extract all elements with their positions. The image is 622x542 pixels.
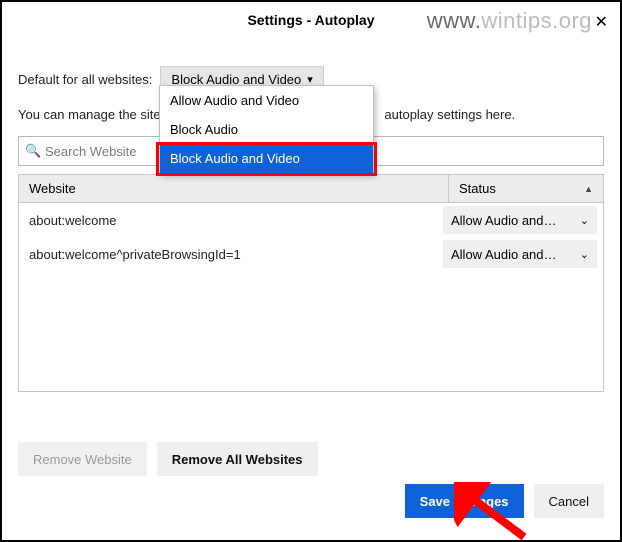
chevron-down-icon: ⌄	[580, 248, 589, 261]
window-title: Settings - Autoplay	[0, 12, 622, 28]
websites-table: Website Status ▲ about:welcome Allow Aud…	[18, 174, 604, 392]
save-changes-button[interactable]: Save Changes	[405, 484, 524, 518]
row-status-select[interactable]: Allow Audio and… ⌄	[443, 206, 597, 234]
column-header-status[interactable]: Status ▲	[449, 181, 603, 196]
column-header-website[interactable]: Website	[19, 181, 448, 196]
sort-indicator-icon: ▲	[584, 184, 593, 194]
default-autoplay-dropdown[interactable]: Allow Audio and Video Block Audio Block …	[159, 85, 374, 174]
table-row[interactable]: about:welcome^privateBrowsingId=1 Allow …	[19, 237, 603, 271]
dropdown-option[interactable]: Block Audio and Video	[160, 144, 373, 173]
remove-all-websites-button[interactable]: Remove All Websites	[157, 442, 318, 476]
cancel-button[interactable]: Cancel	[534, 484, 604, 518]
dropdown-option[interactable]: Allow Audio and Video	[160, 86, 373, 115]
cell-website: about:welcome^privateBrowsingId=1	[29, 247, 437, 262]
cell-website: about:welcome	[29, 213, 437, 228]
default-label: Default for all websites:	[18, 72, 152, 87]
chevron-down-icon: ⌄	[580, 214, 589, 227]
search-icon: 🔍	[25, 143, 41, 159]
close-icon[interactable]: ✕	[595, 12, 608, 32]
dropdown-option[interactable]: Block Audio	[160, 115, 373, 144]
row-status-select[interactable]: Allow Audio and… ⌄	[443, 240, 597, 268]
table-row[interactable]: about:welcome Allow Audio and… ⌄	[19, 203, 603, 237]
remove-website-button: Remove Website	[18, 442, 147, 476]
